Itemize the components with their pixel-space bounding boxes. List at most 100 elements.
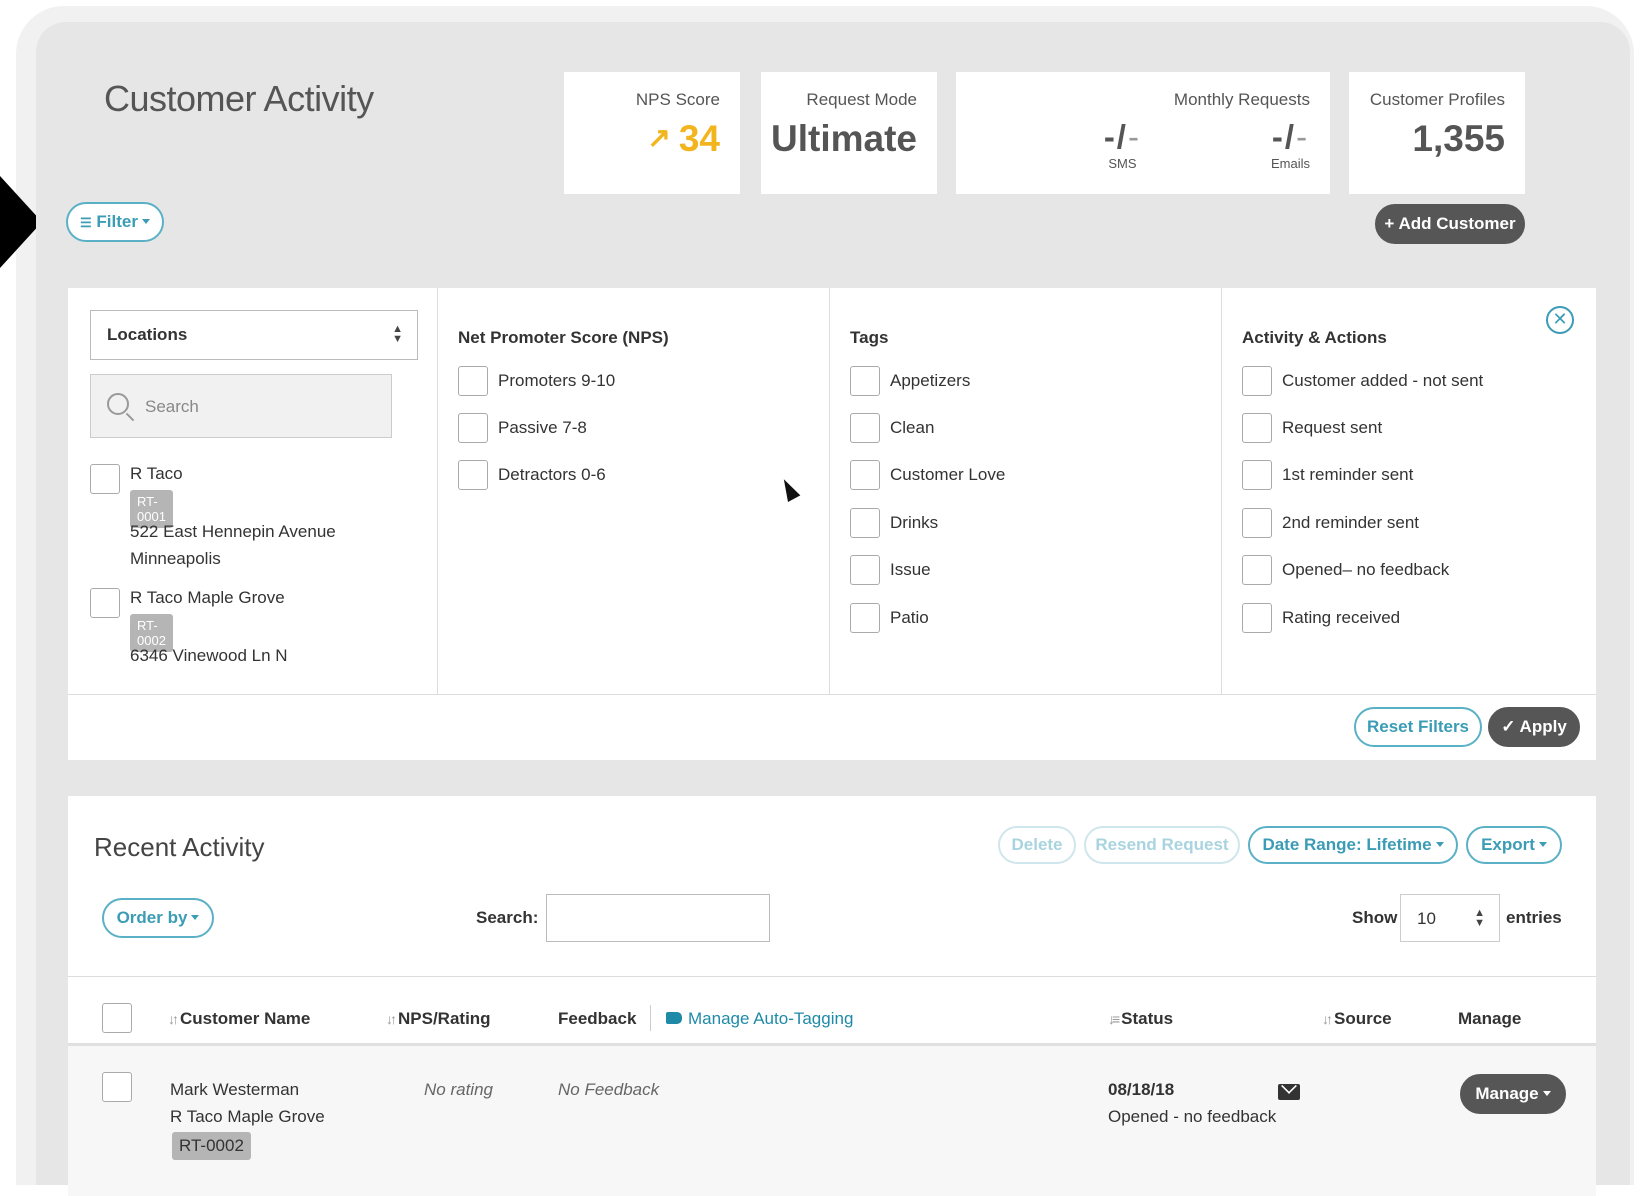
manage-auto-tagging-link[interactable]: Manage Auto-Tagging — [666, 1009, 853, 1029]
nps-filter-title: Net Promoter Score (NPS) — [458, 328, 669, 347]
row-checkbox[interactable] — [102, 1072, 132, 1102]
location-code-badge: RT-0002 — [172, 1132, 251, 1160]
checkbox[interactable] — [1242, 508, 1272, 538]
tag-option[interactable]: Clean — [850, 413, 934, 443]
column-manage: Manage — [1458, 1009, 1522, 1028]
status-text: Opened - no feedback — [1108, 1107, 1277, 1126]
filter-footer: Reset Filters ✓ Apply — [68, 694, 1596, 760]
show-label: Show — [1352, 908, 1398, 927]
tag-option[interactable]: Issue — [850, 555, 931, 585]
checkbox[interactable] — [850, 460, 880, 490]
checkbox[interactable] — [1242, 413, 1272, 443]
nps-score-card: NPS Score ↗︎ 34 — [564, 72, 740, 194]
add-customer-button[interactable]: + Add Customer — [1375, 204, 1525, 244]
rating-value: No rating — [424, 1080, 493, 1099]
location-address: 6346 Vinewood Ln N — [130, 646, 288, 665]
column-status[interactable]: ↓≡ Status — [1108, 1009, 1173, 1029]
column-nps-rating[interactable]: ↓↑ NPS/Rating — [386, 1009, 491, 1029]
sliders-icon: ☰ — [80, 215, 92, 230]
recent-activity-title: Recent Activity — [94, 832, 265, 862]
locations-select[interactable]: Locations ▲ ▼ — [90, 310, 418, 360]
customer-profiles-card: Customer Profiles 1,355 — [1349, 72, 1525, 194]
header-divider — [650, 1005, 651, 1031]
recent-activity-panel: Recent Activity Delete Resend Request Da… — [68, 796, 1596, 1196]
column-source[interactable]: ↓↑ Source — [1322, 1009, 1392, 1029]
monthly-requests-label: Monthly Requests — [1173, 90, 1310, 109]
manage-button[interactable]: Manage — [1460, 1074, 1566, 1114]
checkbox[interactable] — [458, 366, 488, 396]
chevron-down-icon — [1435, 842, 1444, 847]
emails-label: Emails — [1270, 156, 1310, 171]
search-icon — [107, 393, 129, 415]
customer-name-link[interactable]: Mark Westerman — [170, 1080, 299, 1100]
apply-button[interactable]: ✓ Apply — [1488, 707, 1580, 747]
checkbox[interactable] — [850, 413, 880, 443]
tag-option[interactable]: Customer Love — [850, 460, 1005, 490]
entries-label: entries — [1506, 908, 1562, 927]
nps-filter-column: Net Promoter Score (NPS) Promoters 9-10 … — [438, 288, 830, 694]
table-search-input[interactable] — [546, 894, 770, 942]
search-label: Search: — [476, 908, 539, 927]
location-checkbox[interactable] — [90, 588, 120, 618]
tag-option[interactable]: Drinks — [850, 508, 938, 538]
column-customer-name[interactable]: ↓↑ Customer Name — [168, 1009, 310, 1029]
reset-filters-button[interactable]: Reset Filters — [1354, 707, 1482, 747]
activity-option[interactable]: Opened– no feedback — [1242, 555, 1449, 585]
date-range-dropdown[interactable]: Date Range: Lifetime — [1248, 826, 1458, 864]
tag-option[interactable]: Appetizers — [850, 366, 970, 396]
location-checkbox[interactable] — [90, 464, 120, 494]
sort-icon: ↓↑ — [168, 1011, 179, 1027]
location-item: R Taco Maple Grove RT-0002 6346 Vinewood… — [90, 588, 288, 665]
activity-option[interactable]: 2nd reminder sent — [1242, 508, 1419, 538]
envelope-icon — [1278, 1084, 1300, 1100]
nps-option[interactable]: Promoters 9-10 — [458, 366, 615, 396]
sort-icon: ↓↑ — [1322, 1011, 1333, 1027]
activity-option[interactable]: 1st reminder sent — [1242, 460, 1413, 490]
status-date: 08/18/18 — [1108, 1080, 1175, 1099]
checkbox[interactable] — [850, 366, 880, 396]
checkbox[interactable] — [850, 555, 880, 585]
tag-icon — [666, 1012, 682, 1024]
up-down-arrows-icon: ▲ ▼ — [1474, 907, 1485, 929]
sms-label: SMS — [1108, 156, 1137, 171]
checkbox[interactable] — [1242, 460, 1272, 490]
select-all-checkbox[interactable] — [102, 1003, 132, 1033]
activity-option[interactable]: Customer added - not sent — [1242, 366, 1483, 396]
chevron-down-icon — [191, 915, 200, 920]
checkbox[interactable] — [850, 508, 880, 538]
sms-requests: -/- SMS — [1103, 118, 1141, 171]
request-mode-value: Ultimate — [771, 118, 917, 159]
close-filter-icon[interactable]: ✕ — [1546, 306, 1574, 334]
checkbox[interactable] — [1242, 603, 1272, 633]
order-by-dropdown[interactable]: Order by — [102, 898, 214, 938]
tags-filter-title: Tags — [850, 328, 889, 347]
column-feedback: Feedback — [558, 1009, 637, 1028]
checkbox[interactable] — [1242, 555, 1272, 585]
checkbox[interactable] — [850, 603, 880, 633]
nps-score-value: 34 — [678, 118, 720, 159]
resend-request-button[interactable]: Resend Request — [1084, 826, 1240, 864]
tag-option[interactable]: Patio — [850, 603, 929, 633]
export-dropdown[interactable]: Export — [1466, 826, 1562, 864]
locations-filter-column: Locations ▲ ▼ Search R Taco RT-0001 522 E… — [68, 288, 438, 694]
activity-option[interactable]: Rating received — [1242, 603, 1400, 633]
filter-panel: Locations ▲ ▼ Search R Taco RT-0001 522 E… — [68, 288, 1596, 760]
checkbox[interactable] — [458, 413, 488, 443]
nps-score-label: NPS Score — [635, 90, 720, 109]
delete-button[interactable]: Delete — [998, 826, 1076, 864]
up-down-arrows-icon: ▲ ▼ — [392, 323, 403, 345]
nps-option[interactable]: Passive 7-8 — [458, 413, 587, 443]
checkbox[interactable] — [1242, 366, 1272, 396]
location-item: R Taco RT-0001 522 East Hennepin Avenue … — [90, 464, 336, 568]
location-address: 522 East Hennepin Avenue Minneapolis — [130, 522, 336, 568]
filter-button[interactable]: ☰ Filter — [66, 202, 164, 242]
sort-icon: ↓↑ — [386, 1011, 397, 1027]
checkbox[interactable] — [458, 460, 488, 490]
activity-option[interactable]: Request sent — [1242, 413, 1382, 443]
location-search-input[interactable]: Search — [90, 374, 392, 438]
location-name: R Taco Maple Grove — [130, 588, 285, 607]
nps-option[interactable]: Detractors 0-6 — [458, 460, 606, 490]
feedback-value: No Feedback — [558, 1080, 660, 1099]
table-header: ↓↑ Customer Name ↓↑ NPS/Rating Feedback Ma… — [68, 976, 1596, 1046]
entries-select[interactable]: 10 ▲ ▼ — [1400, 894, 1500, 942]
